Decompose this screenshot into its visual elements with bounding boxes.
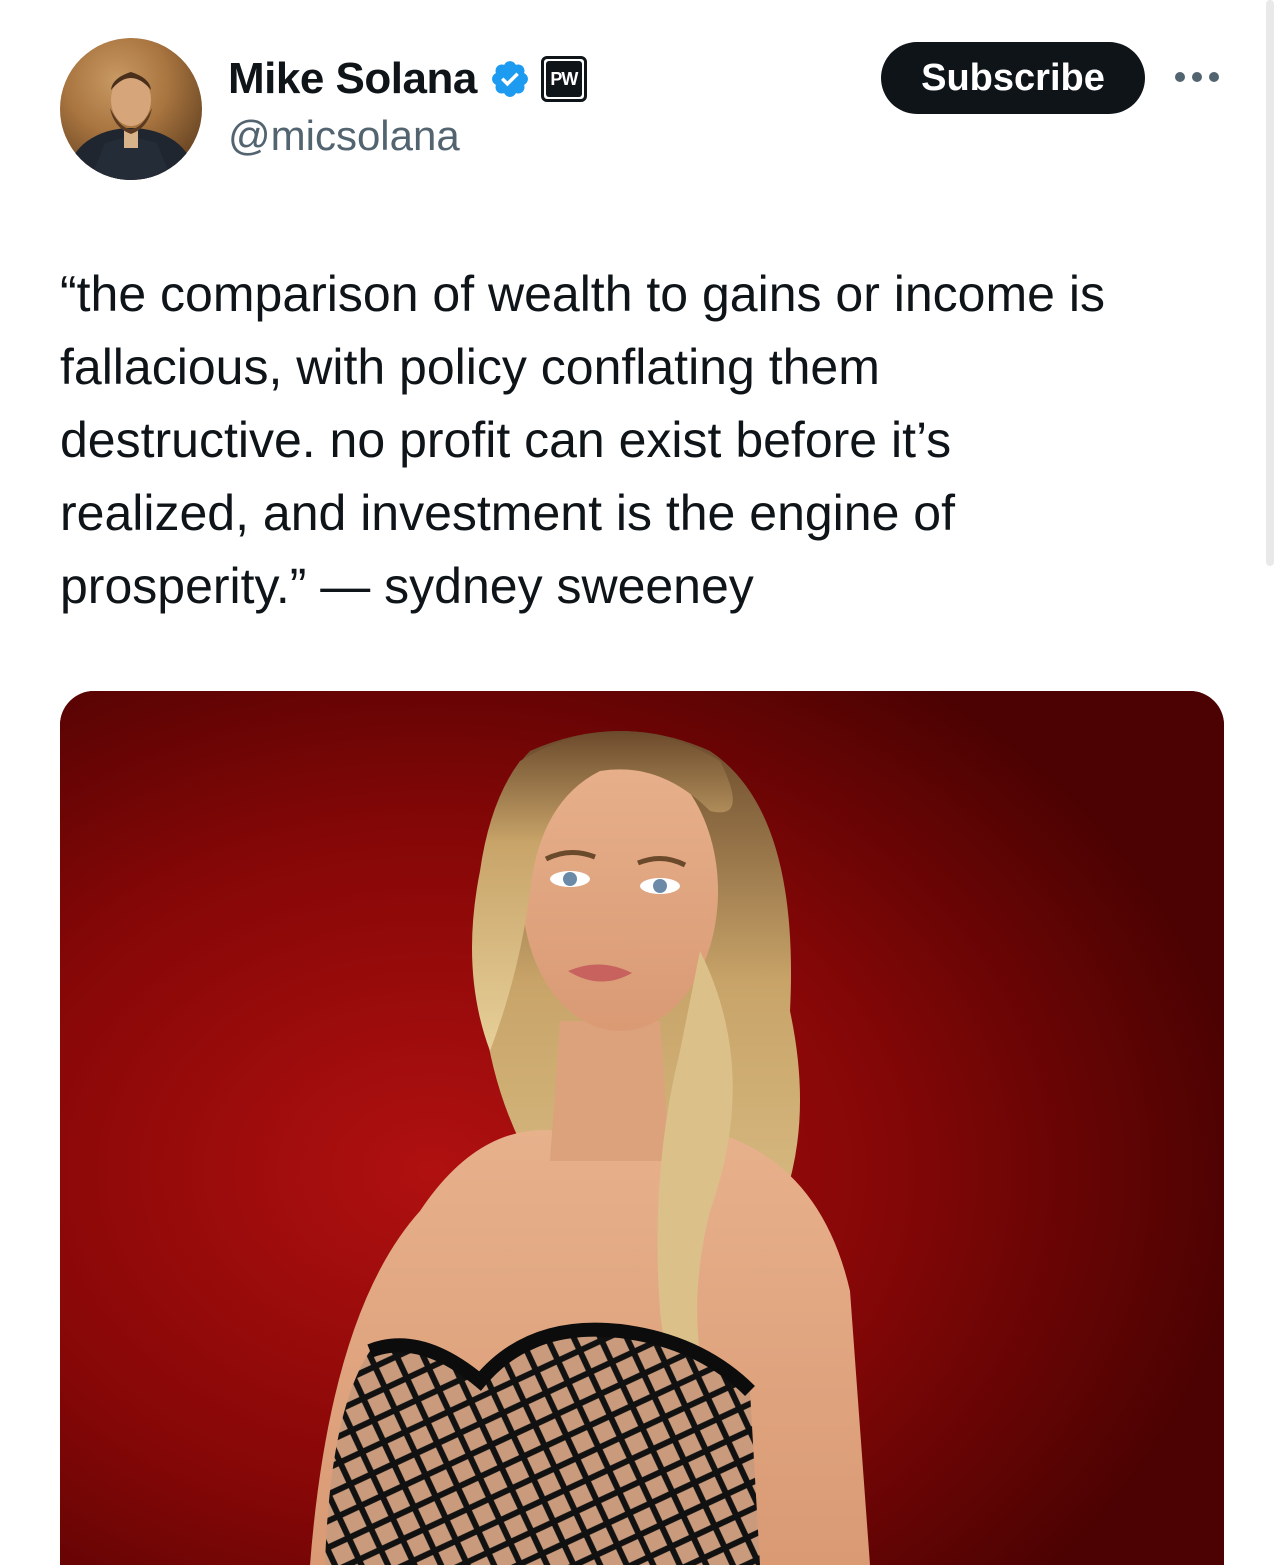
- tweet-text: “the comparison of wealth to gains or in…: [60, 266, 1105, 614]
- author-name-row: Mike Solana PW: [228, 50, 587, 108]
- verified-badge-icon[interactable]: [489, 58, 531, 100]
- affiliate-badge-icon[interactable]: PW: [540, 56, 587, 102]
- author-handle[interactable]: @micsolana: [228, 112, 460, 160]
- scrollbar[interactable]: [1266, 0, 1274, 566]
- more-options-icon[interactable]: [1170, 62, 1224, 92]
- media-photo-illustration: [60, 691, 1224, 1565]
- subscribe-button[interactable]: Subscribe: [881, 42, 1145, 114]
- author-display-name[interactable]: Mike Solana: [228, 54, 477, 104]
- affiliate-badge-label: PW: [545, 61, 582, 97]
- author-avatar[interactable]: [60, 38, 202, 180]
- tweet-media-image[interactable]: [60, 691, 1224, 1565]
- avatar-portrait: [69, 72, 193, 180]
